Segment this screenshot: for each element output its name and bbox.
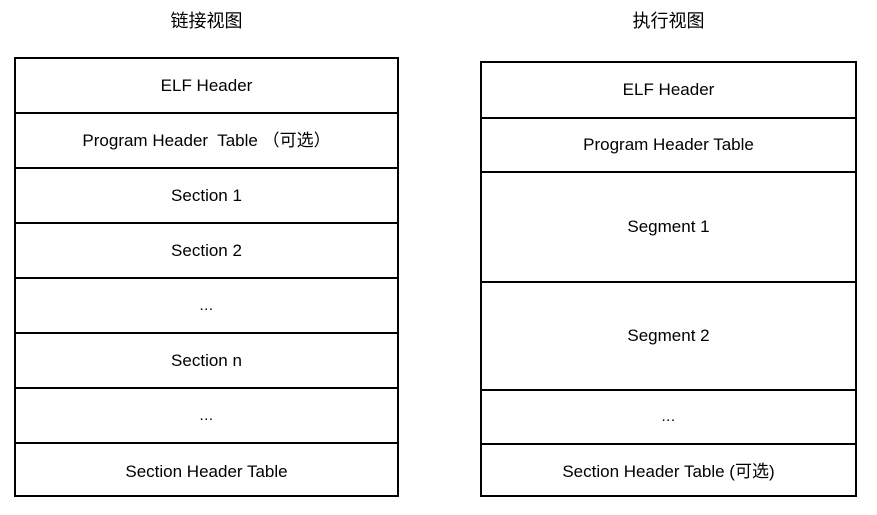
table-row: Section n	[16, 334, 397, 389]
table-row: Program Header Table （可选）	[16, 114, 397, 169]
linking-view-table: ELF Header Program Header Table （可选） Sec…	[14, 57, 399, 497]
table-row: ...	[16, 389, 397, 444]
table-row: Segment 2	[482, 283, 855, 391]
table-row: ...	[482, 391, 855, 445]
row-label: Section n	[171, 350, 242, 370]
table-row: Section 2	[16, 224, 397, 279]
elf-views-diagram: 链接视图 ELF Header Program Header Table （可选…	[0, 0, 877, 515]
row-label: Section Header Table (可选)	[562, 462, 775, 481]
row-label: ELF Header	[622, 80, 715, 99]
table-row: Segment 1	[482, 173, 855, 283]
table-row: Program Header Table	[482, 119, 855, 173]
table-row: Section 1	[16, 169, 397, 224]
table-row: ELF Header	[16, 59, 397, 114]
row-label: Section 1	[171, 185, 242, 205]
table-row: ELF Header	[482, 63, 855, 119]
linking-view-title: 链接视图	[170, 11, 243, 31]
row-label: Segment 1	[627, 217, 710, 236]
row-label: Segment 2	[627, 326, 710, 345]
table-row: Section Header Table	[16, 444, 397, 499]
row-label: Section 2	[171, 240, 242, 260]
row-label: ELF Header	[160, 75, 253, 95]
table-row: ...	[16, 279, 397, 334]
execution-view-title: 执行视图	[632, 11, 705, 31]
row-label: Section Header Table	[125, 461, 288, 481]
row-label: ...	[199, 296, 214, 314]
execution-view-table: ELF Header Program Header Table Segment …	[480, 61, 857, 497]
row-label: Program Header Table	[583, 135, 754, 154]
row-label: ...	[199, 406, 214, 424]
row-label: ...	[661, 408, 676, 425]
table-row: Section Header Table (可选)	[482, 445, 855, 499]
row-label: Program Header Table （可选）	[82, 130, 331, 150]
